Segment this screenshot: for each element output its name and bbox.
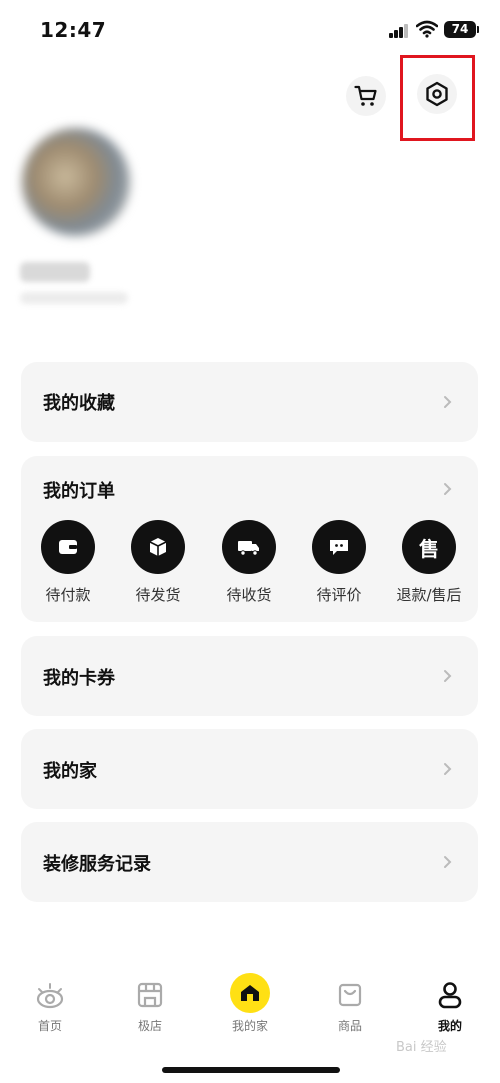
store-icon bbox=[134, 979, 166, 1011]
order-status-label: 待收货 bbox=[226, 586, 272, 604]
tab-store[interactable]: 极店 bbox=[110, 965, 190, 1034]
clock: 12:47 bbox=[40, 18, 107, 42]
person-icon bbox=[434, 979, 466, 1011]
battery-indicator: 74 bbox=[444, 21, 479, 38]
watermark: Bai 经验 bbox=[396, 1040, 447, 1055]
orders-title[interactable]: 我的订单 bbox=[43, 477, 115, 503]
order-status-label: 退款/售后 bbox=[396, 586, 462, 604]
coupons-title: 我的卡券 bbox=[43, 668, 115, 689]
my-home-card[interactable]: 我的家 bbox=[21, 729, 478, 809]
eye-icon bbox=[34, 979, 66, 1011]
chevron-right-icon bbox=[444, 396, 452, 408]
house-icon bbox=[230, 973, 270, 1013]
box-icon bbox=[149, 538, 167, 556]
favorites-title: 我的收藏 bbox=[43, 393, 115, 414]
user-id-blurred bbox=[20, 292, 128, 304]
wallet-icon bbox=[59, 540, 77, 554]
tab-products[interactable]: 商品 bbox=[310, 965, 390, 1034]
renovation-records-card[interactable]: 装修服务记录 bbox=[21, 822, 478, 902]
tab-label: 极店 bbox=[137, 1019, 162, 1033]
my-home-title: 我的家 bbox=[43, 761, 97, 782]
order-status-pending-payment[interactable]: 待付款 bbox=[23, 520, 113, 605]
bottom-tab-bar: 首页 极店 我的家 商品 我的 bbox=[0, 965, 500, 1045]
order-status-pending-review[interactable]: 待评价 bbox=[294, 520, 384, 605]
coupons-card[interactable]: 我的卡券 bbox=[21, 636, 478, 716]
truck-icon bbox=[238, 541, 259, 556]
orders-card: 我的订单 待付款 待发货 待收货 待评价 售 退款/售后 bbox=[21, 456, 478, 622]
order-status-label: 待发货 bbox=[135, 586, 181, 604]
chevron-right-icon bbox=[444, 670, 452, 682]
avatar[interactable] bbox=[22, 128, 130, 236]
signal-icon bbox=[389, 24, 409, 38]
tab-label: 商品 bbox=[337, 1019, 362, 1033]
tab-label: 我的 bbox=[437, 1019, 462, 1033]
home-indicator bbox=[162, 1067, 340, 1073]
tab-my-home[interactable]: 我的家 bbox=[210, 965, 290, 1034]
order-status-row: 待付款 待发货 待收货 待评价 售 退款/售后 bbox=[21, 520, 478, 604]
chevron-right-icon bbox=[444, 856, 452, 868]
tab-label: 我的家 bbox=[231, 1019, 268, 1033]
tab-mine[interactable]: 我的 bbox=[410, 965, 490, 1034]
order-status-label: 待付款 bbox=[45, 586, 91, 604]
chevron-right-icon bbox=[444, 763, 452, 775]
after-sale-icon: 售 bbox=[402, 520, 456, 574]
comment-icon bbox=[330, 540, 348, 555]
order-status-label: 待评价 bbox=[316, 586, 362, 604]
username-blurred bbox=[20, 262, 90, 282]
order-status-refund[interactable]: 售 退款/售后 bbox=[384, 520, 474, 605]
wifi-icon bbox=[415, 20, 439, 38]
status-bar: 12:47 74 bbox=[0, 0, 500, 60]
bag-icon bbox=[334, 979, 366, 1011]
cart-button[interactable] bbox=[346, 76, 386, 116]
tab-label: 首页 bbox=[37, 1019, 62, 1033]
renovation-records-title: 装修服务记录 bbox=[43, 854, 151, 875]
chevron-right-icon[interactable] bbox=[440, 482, 454, 496]
cart-icon bbox=[354, 85, 377, 106]
favorites-card[interactable]: 我的收藏 bbox=[21, 362, 478, 442]
order-status-pending-shipment[interactable]: 待发货 bbox=[113, 520, 203, 605]
highlight-annotation bbox=[400, 55, 475, 141]
tab-home[interactable]: 首页 bbox=[10, 965, 90, 1034]
order-status-pending-receipt[interactable]: 待收货 bbox=[204, 520, 294, 605]
